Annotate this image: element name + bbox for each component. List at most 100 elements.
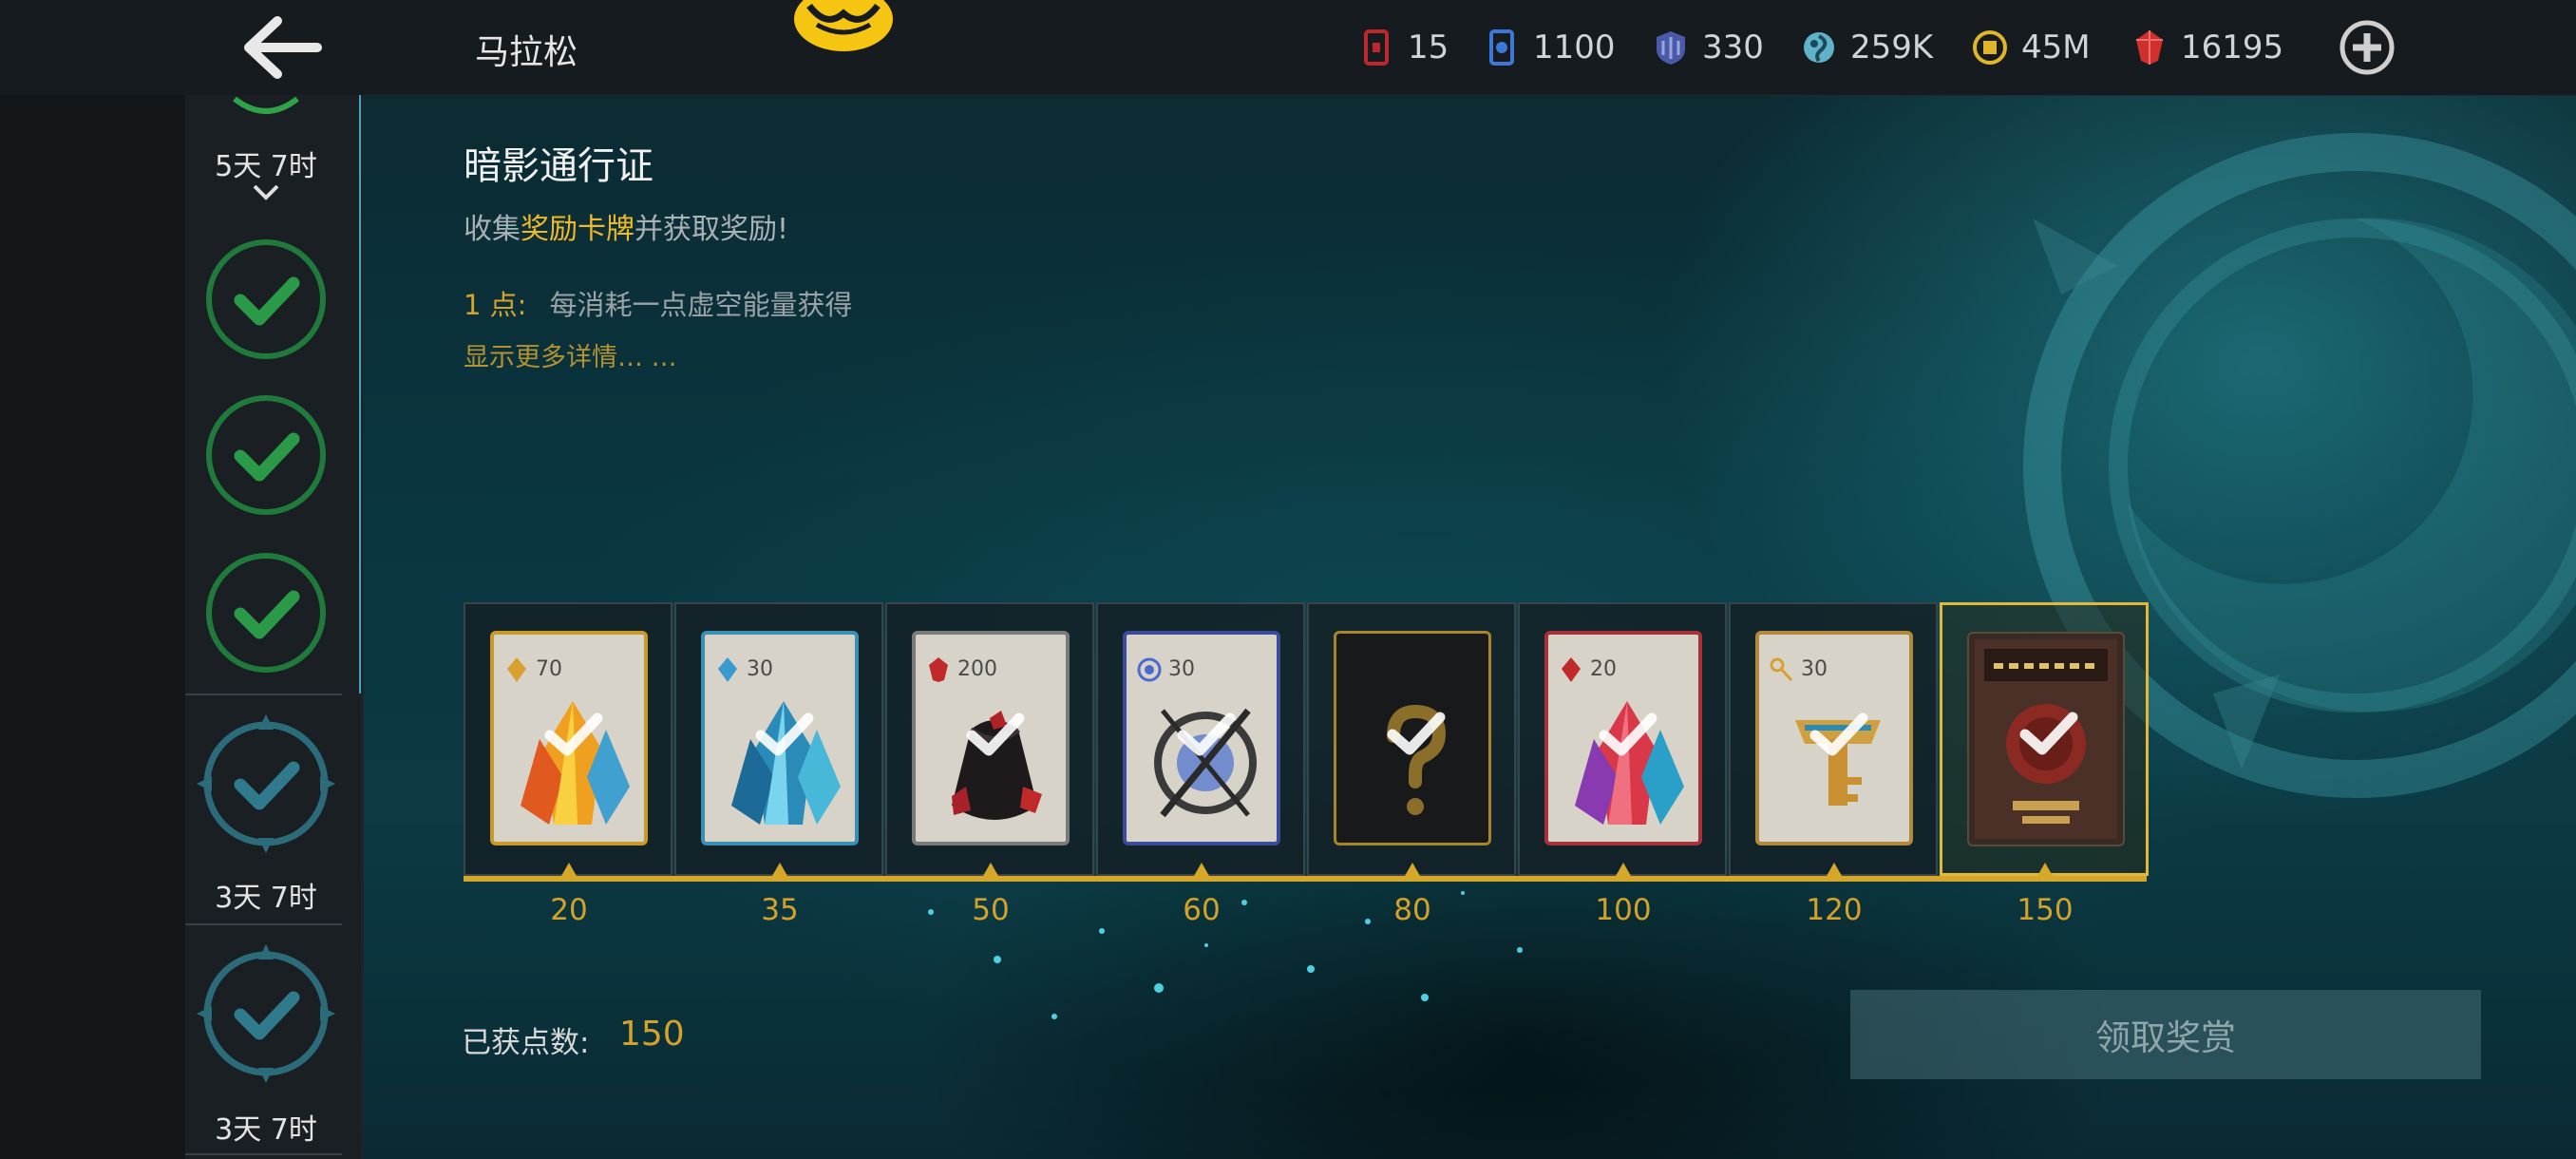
tier-marker (561, 863, 577, 876)
reward-cards-highlight: 奖励卡牌 (521, 213, 635, 246)
tier-marker (1827, 863, 1842, 876)
add-resource-icon[interactable] (2339, 19, 2396, 76)
tier-marker (1616, 863, 1631, 876)
tier-threshold: 150 (2017, 893, 2074, 927)
key-mini-icon (1770, 657, 1793, 682)
reward-card: 20 (1544, 631, 1702, 846)
sidebar-item-event-icon[interactable] (185, 942, 347, 1085)
reward-amount: 30 (1801, 657, 1828, 681)
blue-crystal-mini-icon (718, 657, 737, 682)
track-progress-bar (464, 876, 2147, 882)
points-earned-value: 150 (619, 1015, 685, 1054)
resource-red-gem[interactable]: 16195 (2131, 23, 2283, 72)
reward-amount: 30 (747, 657, 773, 681)
claimed-check-icon (1387, 712, 1446, 755)
resource-blue-card[interactable]: 1100 (1484, 23, 1616, 72)
shadow-fight-logo-icon (794, 0, 893, 51)
red-card-icon (1364, 29, 1389, 66)
sidebar-item-time: 3天 7时 (215, 1113, 317, 1147)
reward-amount: 70 (536, 657, 562, 681)
resource-value: 15 (1408, 28, 1449, 66)
claimed-check-icon (1809, 712, 1868, 756)
sidebar-divider (185, 923, 342, 925)
panel-edge (361, 95, 364, 1159)
claimed-check-icon (2019, 712, 2078, 755)
reward-card: 30 (701, 631, 859, 846)
sidebar-divider (185, 1153, 342, 1155)
tier-threshold: 80 (1393, 893, 1431, 927)
reward-card: 30 (1123, 631, 1280, 846)
reward-slot[interactable]: 70 (464, 602, 672, 876)
resource-value: 1100 (1533, 28, 1616, 66)
resource-value: 330 (1702, 28, 1764, 66)
red-crystal-mini-icon (1562, 657, 1581, 682)
swirl-orb-icon (1804, 32, 1834, 63)
chevron-down-icon[interactable] (185, 180, 347, 205)
resource-value: 16195 (2181, 28, 2284, 66)
reward-card: 200 (912, 631, 1070, 846)
tier-threshold: 35 (761, 893, 799, 927)
sidebar-divider (185, 694, 342, 695)
pass-subtitle: 收集奖励卡牌并获取奖励! (464, 205, 788, 247)
reward-slot[interactable]: 30 (674, 602, 883, 876)
back-arrow-icon[interactable] (234, 13, 323, 82)
tier-threshold: 60 (1183, 893, 1221, 927)
top-bar: 马拉松 15 1100 330 259K 45M 16195 (0, 0, 2576, 96)
sidebar-strip (0, 95, 185, 1159)
tier-threshold: 100 (1595, 893, 1652, 927)
tier-marker (983, 863, 998, 876)
tier-marker (1194, 863, 1209, 876)
reward-card (1334, 631, 1491, 846)
resource-value: 45M (2021, 28, 2091, 66)
shield-token-icon (1657, 31, 1685, 65)
points-earned-label: 已获点数: (462, 1026, 590, 1060)
pass-title: 暗影通行证 (464, 144, 653, 188)
resource-red-card[interactable]: 15 (1358, 23, 1449, 72)
reward-amount: 200 (957, 657, 997, 681)
reward-amount: 30 (1168, 657, 1195, 681)
sidebar-item-completed-icon[interactable] (185, 393, 347, 517)
gold-crystal-mini-icon (507, 657, 526, 682)
reward-slot[interactable]: 200 (885, 602, 1094, 876)
reward-amount: 20 (1590, 657, 1617, 681)
reward-card: 70 (490, 631, 648, 846)
reward-slot[interactable] (1307, 602, 1516, 876)
tier-marker (1405, 863, 1420, 876)
point-label: 1 点: (464, 289, 527, 321)
subtitle-prefix: 收集 (464, 213, 521, 246)
reward-slot[interactable]: 30 (1096, 602, 1305, 876)
sparkle-particles (928, 891, 1523, 1019)
claimed-check-icon (1599, 712, 1657, 756)
resource-gold-coin[interactable]: 45M (1972, 23, 2091, 72)
show-more-details-link[interactable]: 显示更多详情… … (464, 336, 677, 373)
claimed-check-icon (1177, 712, 1236, 756)
tier-marker (2037, 863, 2053, 876)
reward-slot-final[interactable] (1940, 602, 2149, 876)
tier-threshold: 20 (550, 893, 588, 927)
claim-reward-button[interactable]: 领取奖赏 (1850, 990, 2481, 1079)
resource-swirl-orb[interactable]: 259K (1801, 23, 1933, 72)
reward-card (1967, 632, 2125, 846)
point-rule: 1 点: 每消耗一点虚空能量获得 (464, 283, 852, 323)
point-description: 每消耗一点虚空能量获得 (549, 289, 853, 321)
sidebar-item-completed-icon[interactable] (185, 551, 347, 674)
reward-card: 30 (1755, 631, 1913, 846)
sidebar-item-completed-icon[interactable] (185, 238, 347, 361)
blue-card-icon (1489, 29, 1514, 66)
page-title: 马拉松 (475, 33, 578, 72)
tier-marker (772, 863, 787, 876)
gold-coin-icon (1973, 30, 2007, 65)
subtitle-suffix: 并获取奖励! (635, 213, 789, 246)
orb-mini-icon (1137, 657, 1162, 682)
reward-slot[interactable]: 30 (1729, 602, 1938, 876)
tier-threshold: 50 (972, 893, 1010, 927)
reward-track: 70 30 200 30 20 30 20 35 50 60 80 100 12… (464, 602, 2149, 927)
resource-shield-token[interactable]: 330 (1653, 23, 1764, 72)
sidebar-item-time: 3天 7时 (215, 882, 317, 915)
resource-value: 259K (1850, 28, 1934, 66)
sidebar-item-time: 5天 7时 (215, 150, 317, 183)
reward-slot[interactable]: 20 (1518, 602, 1727, 876)
sidebar-item-completed-icon[interactable] (185, 95, 347, 124)
sidebar-item-event-icon[interactable] (185, 712, 347, 855)
red-gem-mini-icon (929, 657, 948, 682)
